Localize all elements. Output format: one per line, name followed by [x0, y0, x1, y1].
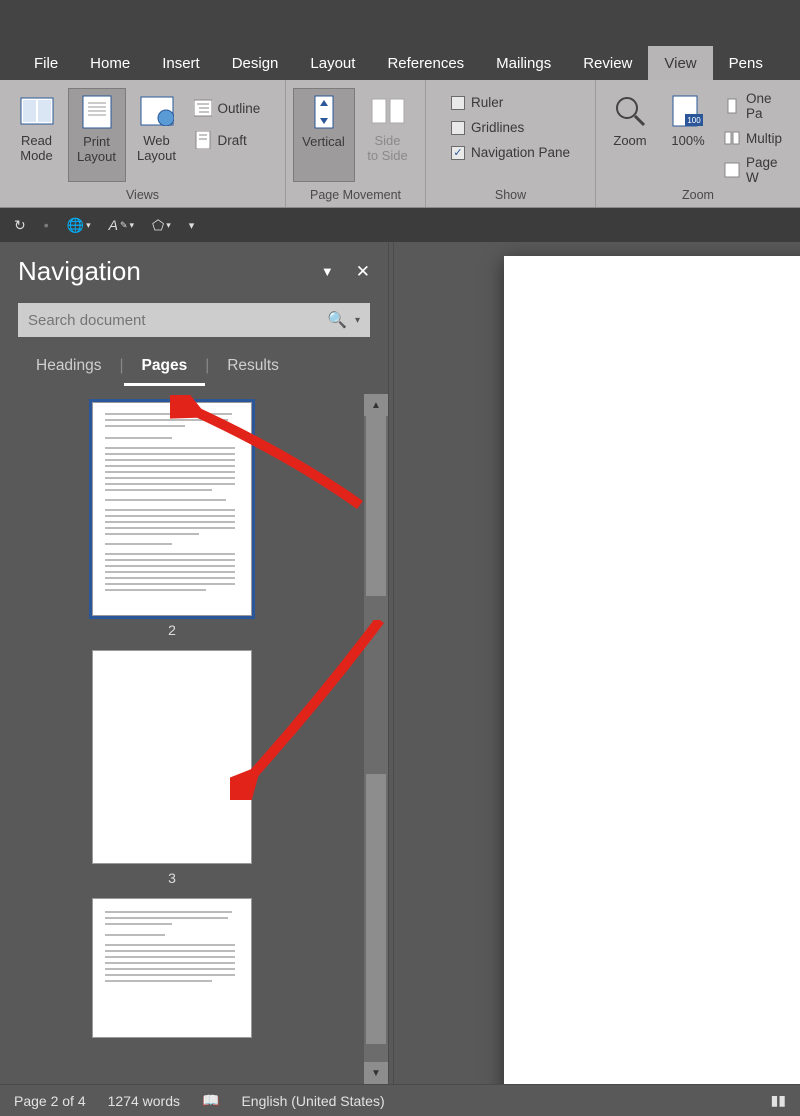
tab-references[interactable]: References	[371, 46, 480, 80]
nav-tab-pages[interactable]: Pages	[124, 351, 206, 386]
svg-text:100: 100	[687, 116, 701, 125]
search-icon[interactable]: 🔍	[327, 310, 347, 330]
vertical-icon	[305, 93, 343, 131]
proofing-icon[interactable]: 📖	[202, 1092, 219, 1109]
redo-icon[interactable]: ↻	[14, 217, 26, 234]
page-width-button[interactable]: Page W	[718, 156, 794, 184]
zoom-group-label: Zoom	[602, 186, 794, 205]
status-bar: Page 2 of 4 1274 words 📖 English (United…	[0, 1084, 800, 1116]
thumb-label: 3	[168, 870, 176, 886]
nav-close-icon[interactable]: ✕	[356, 262, 370, 282]
tab-view[interactable]: View	[648, 46, 712, 80]
one-page-icon	[724, 98, 740, 114]
zoom-icon	[611, 92, 649, 130]
nav-tab-headings[interactable]: Headings	[18, 351, 120, 386]
font-format-icon[interactable]: A✎ ▾	[109, 217, 134, 233]
thumb-label: 2	[168, 622, 176, 638]
ruler-checkbox[interactable]: Ruler	[445, 92, 576, 113]
status-language[interactable]: English (United States)	[241, 1093, 384, 1109]
tab-design[interactable]: Design	[216, 46, 295, 80]
tab-review[interactable]: Review	[567, 46, 648, 80]
macro-icon[interactable]: ▮▮	[771, 1092, 786, 1109]
nav-tab-results[interactable]: Results	[209, 351, 297, 386]
navigation-title: Navigation	[18, 256, 141, 287]
nav-dropdown-icon[interactable]: ▼	[321, 264, 334, 279]
qat-overflow-icon[interactable]: ▾	[189, 219, 195, 232]
page-thumbnail-3[interactable]	[92, 650, 252, 864]
web-layout-icon	[138, 92, 176, 130]
page-thumbnail-4[interactable]	[92, 898, 252, 1038]
tab-pens[interactable]: Pens	[713, 46, 779, 80]
read-mode-button[interactable]: Read Mode	[8, 88, 66, 182]
tab-insert[interactable]: Insert	[146, 46, 216, 80]
draft-icon	[194, 131, 212, 149]
quick-access-bar: ↻ • 🌐 ▾ A✎ ▾ ⬠ ▾ ▾	[0, 208, 800, 242]
zoom-100-icon: 100	[669, 92, 707, 130]
tab-mailings[interactable]: Mailings	[480, 46, 567, 80]
ribbon: Read Mode Print Layout Web Layout Outlin…	[0, 80, 800, 208]
multiple-pages-button[interactable]: Multip	[718, 124, 794, 152]
print-layout-icon	[78, 93, 116, 131]
tab-file[interactable]: File	[18, 46, 74, 80]
status-page[interactable]: Page 2 of 4	[14, 1093, 86, 1109]
status-words[interactable]: 1274 words	[108, 1093, 180, 1109]
navigation-pane-checkbox[interactable]: ✓Navigation Pane	[445, 142, 576, 163]
document-page[interactable]	[504, 256, 800, 1084]
scroll-track-segment[interactable]	[366, 774, 386, 1044]
gridlines-checkbox[interactable]: Gridlines	[445, 117, 576, 138]
one-page-button[interactable]: One Pa	[718, 92, 794, 120]
page-movement-group-label: Page Movement	[292, 186, 419, 205]
side-to-side-icon	[369, 92, 407, 130]
watermark: wsxdn.com	[724, 1061, 794, 1076]
zoom-button[interactable]: Zoom	[602, 88, 658, 182]
views-group-label: Views	[6, 186, 279, 205]
search-input[interactable]	[28, 312, 268, 329]
show-group-label: Show	[432, 186, 589, 205]
outline-icon	[194, 99, 212, 117]
vertical-button[interactable]: Vertical	[293, 88, 355, 182]
shape-icon[interactable]: ⬠ ▾	[152, 217, 171, 234]
zoom-100-button[interactable]: 100 100%	[660, 88, 716, 182]
scroll-down-icon[interactable]: ▼	[364, 1062, 388, 1084]
read-mode-icon	[18, 92, 56, 130]
tab-layout[interactable]: Layout	[294, 46, 371, 80]
side-to-side-button[interactable]: Side to Side	[357, 88, 419, 182]
draft-button[interactable]: Draft	[188, 126, 278, 154]
print-layout-button[interactable]: Print Layout	[68, 88, 126, 182]
ribbon-tab-strip: File Home Insert Design Layout Reference…	[0, 42, 800, 80]
document-area[interactable]	[394, 242, 800, 1084]
page-width-icon	[724, 162, 740, 178]
search-dropdown-icon[interactable]: ▾	[355, 315, 360, 326]
outline-button[interactable]: Outline	[188, 94, 278, 122]
search-box[interactable]: 🔍▾	[18, 303, 370, 337]
globe-icon[interactable]: 🌐 ▾	[67, 217, 91, 234]
multiple-pages-icon	[724, 130, 740, 146]
qat-disabled-icon: •	[44, 217, 49, 233]
web-layout-button[interactable]: Web Layout	[128, 88, 186, 182]
tab-home[interactable]: Home	[74, 46, 146, 80]
